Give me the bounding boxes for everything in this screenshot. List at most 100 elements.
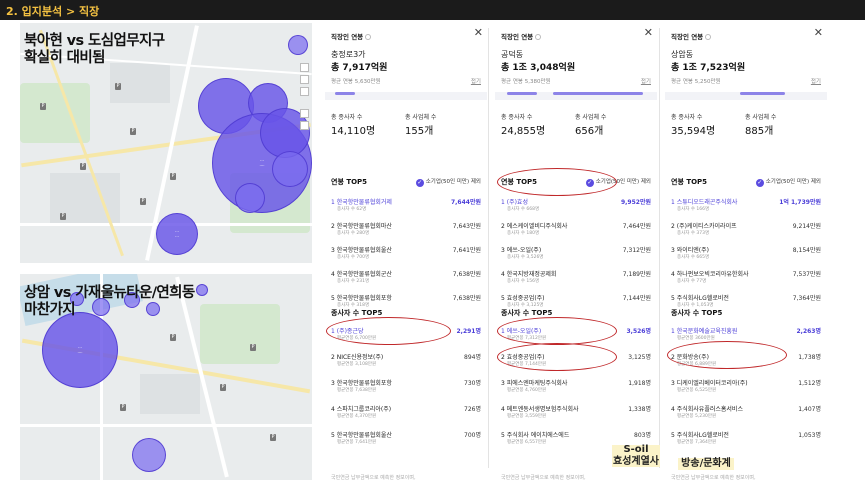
- employee-item[interactable]: 3 피에스엔마케팅주식회사 평균연봉 4,760만원 1,918명: [501, 378, 651, 402]
- footnote: 국민연금 납부금액으로 예측한 정보이며,: [331, 475, 416, 481]
- salary-item[interactable]: 2 한국항만물류협회마산 종사자 수 280명 7,643만원: [331, 221, 481, 245]
- average-salary: 평균 연봉 5,630만원: [331, 79, 381, 85]
- company-employees: 894명: [464, 354, 481, 361]
- map-bubble[interactable]: ··· ····: [42, 312, 118, 388]
- map-zoom-in-button[interactable]: [300, 63, 309, 72]
- company-salary: 7,189만원: [622, 271, 651, 278]
- company-name: 3 와이티엔(주): [671, 247, 710, 254]
- fold-link[interactable]: 접기: [811, 77, 821, 85]
- company-name: 3 에쓰-오일(주): [501, 247, 542, 254]
- company-name: 4 한국지방재정공제회: [501, 271, 557, 278]
- info-icon[interactable]: [535, 34, 542, 40]
- map-bubble[interactable]: [288, 35, 308, 55]
- company-sub: 평균연봉 4,760만원: [507, 388, 547, 393]
- company-salary: 7,638만원: [452, 271, 481, 278]
- check-icon: ✓: [755, 179, 764, 187]
- businesses-value: 656개: [575, 126, 604, 137]
- company-salary: 7,464만원: [622, 223, 651, 230]
- salary-item[interactable]: 1 (주)효성 종사자 수 668명 9,952만원: [501, 197, 651, 221]
- company-name: 4 하나펀보오빅코리아유한회사: [671, 271, 749, 278]
- map-bubble[interactable]: ··· ···: [156, 213, 198, 255]
- highlight-ellipse: [497, 317, 617, 345]
- company-sub: 종사자 수 231명: [337, 279, 370, 284]
- map-bubble[interactable]: [235, 183, 265, 213]
- company-sub: 종사자 수 3,526명: [507, 255, 544, 260]
- company-employees: 1,338명: [628, 406, 651, 413]
- businesses-label: 총 사업체 수: [575, 114, 607, 121]
- company-sub: 종사자 수 62명: [337, 207, 367, 212]
- map-fullscreen-button[interactable]: [300, 121, 309, 130]
- close-icon[interactable]: ✕: [474, 27, 483, 38]
- businesses-label: 총 사업체 수: [745, 114, 777, 121]
- fold-link[interactable]: 접기: [641, 77, 651, 85]
- company-sub: 종사자 수 156명: [507, 279, 540, 284]
- total-salary: 총 7,917억원: [331, 63, 388, 73]
- map2-caption: 상암 vs 가재울뉴타운/연희동 마찬가지: [24, 285, 195, 318]
- highlight-ellipse: [667, 341, 787, 369]
- company-employees: 726명: [464, 406, 481, 413]
- info-icon[interactable]: [705, 34, 712, 40]
- salary-item[interactable]: 1 스튜디오드래곤주식회사 종사자 수 166명 1억 1,739만원: [671, 197, 821, 221]
- panel-band: [325, 92, 487, 100]
- company-name: 3 한국항만물류협회포항: [331, 380, 392, 387]
- employee-item[interactable]: 4 메트엔동서생명보험주식회사 평균연봉 3,559만원 1,338명: [501, 404, 651, 428]
- businesses-label: 총 사업체 수: [405, 114, 437, 121]
- salary-item[interactable]: 3 한국항만물류협회울산 종사자 수 700명 7,641만원: [331, 245, 481, 269]
- salary-item[interactable]: 3 에쓰-오일(주) 종사자 수 3,526명 7,312만원: [501, 245, 651, 269]
- map-bubble[interactable]: [132, 438, 166, 472]
- employee-item[interactable]: 5 한국항만물류협회울산 평균연봉 7,641만원 700명: [331, 430, 481, 454]
- highlight-ellipse: [497, 343, 617, 371]
- fold-link[interactable]: 접기: [471, 77, 481, 85]
- area-name: 충정로3가: [331, 50, 366, 59]
- company-sub: 평균연봉 7,641만원: [337, 440, 377, 445]
- salary-item[interactable]: 4 하나펀보오빅코리아유한회사 종사자 수 77명 7,537만원: [671, 269, 821, 293]
- exclude-small-checkbox[interactable]: ✓ 소기업(50인 미만) 제외: [415, 177, 481, 187]
- company-employees: 1,407명: [798, 406, 821, 413]
- total-salary: 총 1조 7,523억원: [671, 63, 746, 73]
- company-employees: 700명: [464, 432, 481, 439]
- employees-label: 총 종사자 수: [671, 114, 703, 121]
- company-employees: 3,526명: [626, 328, 652, 335]
- company-name: 3 한국항만물류협회울산: [331, 247, 392, 254]
- employee-item[interactable]: 2 NICE신용정보(주) 평균연봉 3,108만원 894명: [331, 352, 481, 376]
- employee-item[interactable]: 4 주식회사유플러스홈서비스 평균연봉 5,230만원 1,407명: [671, 404, 821, 428]
- company-employees: 2,291명: [456, 328, 482, 335]
- company-salary: 9,214만원: [792, 223, 821, 230]
- employee-item[interactable]: 3 한국항만물류협회포항 평균연봉 7,638만원 730명: [331, 378, 481, 402]
- employees-label: 총 종사자 수: [501, 114, 533, 121]
- exclude-small-checkbox[interactable]: ✓ 소기업(50인 미만) 제외: [755, 177, 821, 187]
- employee-item[interactable]: 5 주식회사LG헬로비전 평균연봉 7,364만원 1,053명: [671, 430, 821, 454]
- salary-item[interactable]: 4 한국항만물류협회군산 종사자 수 231명 7,638만원: [331, 269, 481, 293]
- close-icon[interactable]: ✕: [644, 27, 653, 38]
- map-zoom-out-button[interactable]: [300, 75, 309, 84]
- company-name: 2 한국항만물류협회마산: [331, 223, 392, 230]
- map-bubble[interactable]: [196, 284, 208, 296]
- info-icon[interactable]: [365, 34, 372, 40]
- employees-value: 14,110명: [331, 126, 376, 137]
- map-layer-button[interactable]: [300, 87, 309, 96]
- employee-item[interactable]: 3 디케이엘리베이터코리아(주) 평균연봉 6,525만원 1,512명: [671, 378, 821, 402]
- company-name: 5 한국항만물류협회울산: [331, 432, 392, 439]
- company-name: 5 주식회사 에이치에스에드: [501, 432, 570, 439]
- businesses-value: 885개: [745, 126, 774, 137]
- company-salary: 7,537만원: [792, 271, 821, 278]
- company-name: 5 한국항만물류협회포항: [331, 295, 392, 302]
- salary-item[interactable]: 4 한국지방재정공제회 종사자 수 156명 7,189만원: [501, 269, 651, 293]
- close-icon[interactable]: ✕: [814, 27, 823, 38]
- company-sub: 평균연봉 7,638만원: [337, 388, 377, 393]
- highlight-ellipse: [497, 168, 617, 196]
- panel-divider: [659, 28, 660, 468]
- company-sub: 종사자 수 77명: [677, 279, 707, 284]
- company-salary: 7,644만원: [450, 199, 481, 206]
- salary-item[interactable]: 3 와이티엔(주) 종사자 수 665명 8,154만원: [671, 245, 821, 269]
- company-name: 5 주식회사LG헬로비전: [671, 295, 729, 302]
- company-salary: 1억 1,739만원: [779, 199, 821, 206]
- company-sub: 종사자 수 280명: [337, 231, 370, 236]
- salary-item[interactable]: 1 한국항만물류협회거제 종사자 수 62명 7,644만원: [331, 197, 481, 221]
- employee-item[interactable]: 4 스파치그룹코리아(주) 평균연봉 4,370만원 726명: [331, 404, 481, 428]
- salary-item[interactable]: 2 (주)케이티스카이라이프 종사자 수 373명 9,214만원: [671, 221, 821, 245]
- map-locate-button[interactable]: [300, 109, 309, 118]
- salary-item[interactable]: 2 에스케이엘비디주식회사 종사자 수 180명 7,464만원: [501, 221, 651, 245]
- employees-value: 35,594명: [671, 126, 716, 137]
- map-bubble[interactable]: [272, 151, 308, 187]
